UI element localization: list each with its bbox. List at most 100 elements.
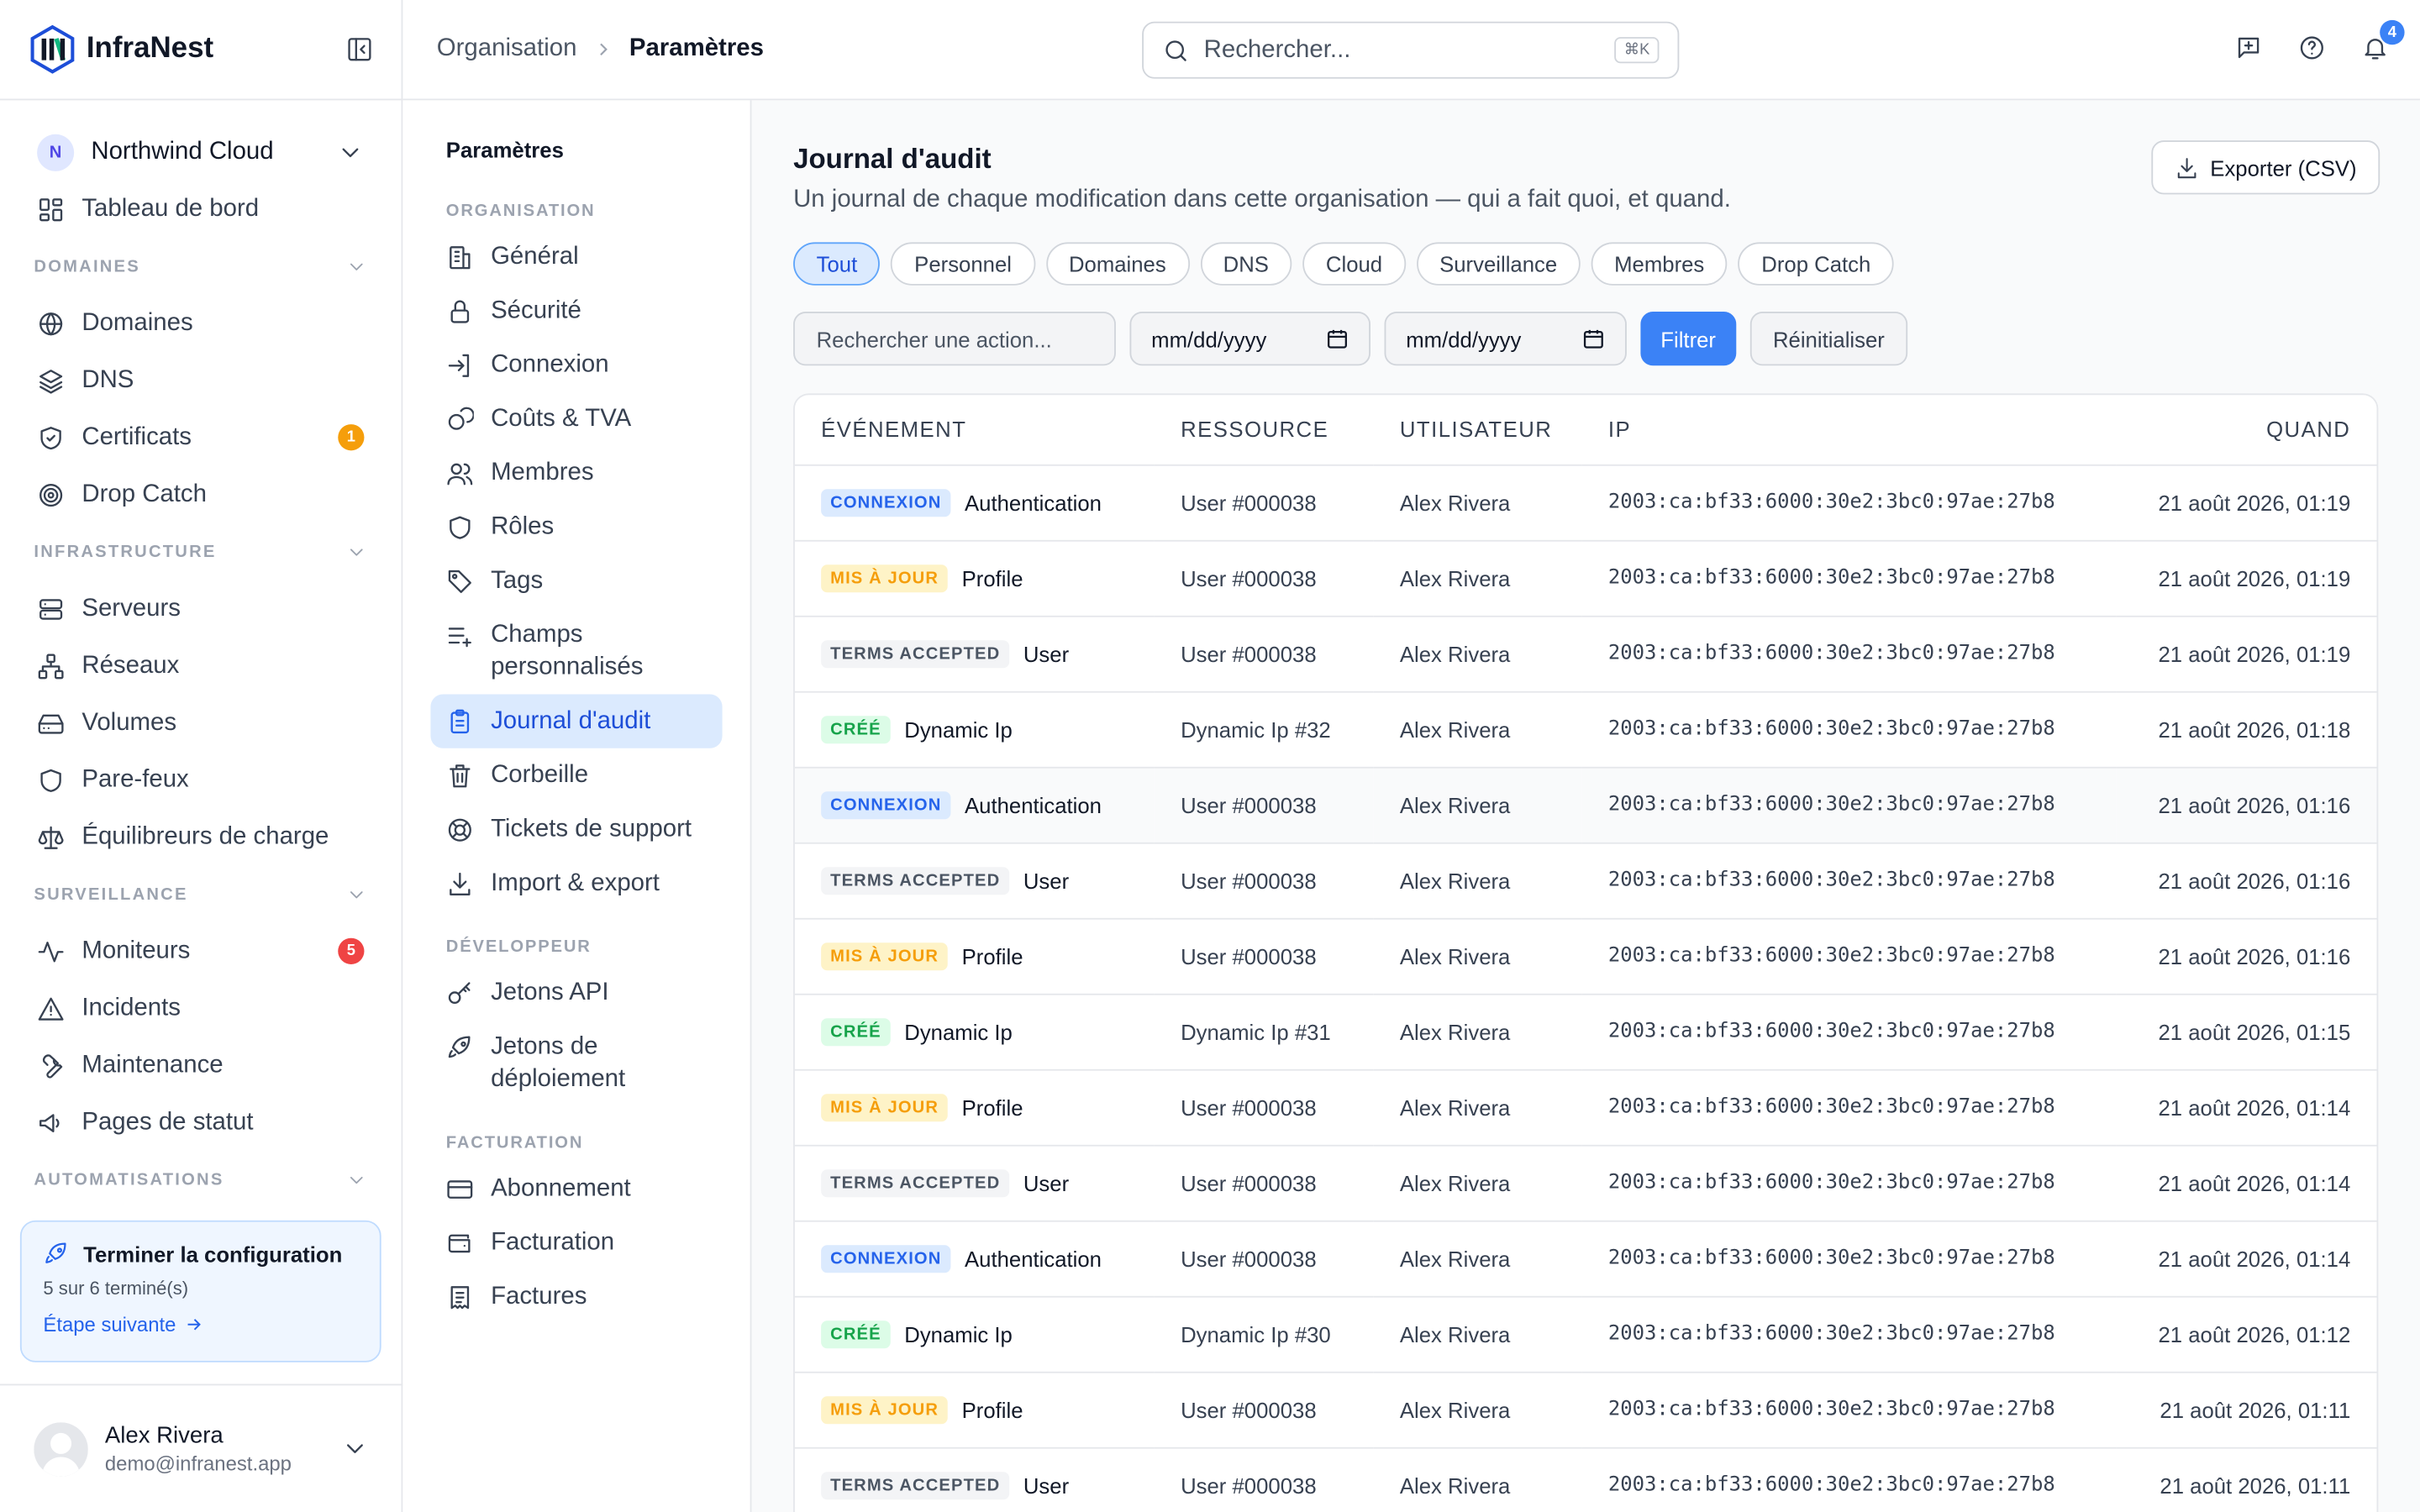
column-header[interactable]: UTILISATEUR — [1373, 395, 1582, 465]
event-cell: CONNEXION Authentication — [794, 766, 1155, 843]
section-infrastructure[interactable]: INFRASTRUCTURE — [0, 523, 402, 580]
table-row[interactable]: MIS À JOUR Profile User #000038 Alex Rivera… — [794, 539, 2377, 617]
settings-item-roles[interactable]: Rôles — [430, 500, 722, 554]
settings-item-membres[interactable]: Membres — [430, 446, 722, 500]
sidebar-item-maintenance[interactable]: Maintenance — [0, 1037, 402, 1094]
filter-chip[interactable]: Drop Catch — [1738, 242, 1894, 286]
feedback-icon[interactable] — [2235, 34, 2263, 61]
infranest-logo-icon[interactable] — [28, 24, 77, 74]
settings-item-tags[interactable]: Tags — [430, 554, 722, 607]
filter-chip[interactable]: Tout — [793, 242, 881, 286]
sidebar-item-moniteurs[interactable]: Moniteurs 5 — [0, 922, 402, 979]
action-search-input[interactable]: Rechercher une action... — [793, 312, 1116, 366]
table-row[interactable]: TERMS ACCEPTED User User #000038 Alex River… — [794, 1144, 2377, 1221]
table-row[interactable]: CONNEXION Authentication User #000038 Alex … — [794, 464, 2377, 541]
user-cell: Alex Rivera — [1373, 1446, 1582, 1512]
sidebar-item-pare-feux[interactable]: Pare-feux — [0, 751, 402, 808]
filter-chip[interactable]: Surveillance — [1416, 242, 1581, 286]
lifebuoy-icon — [446, 816, 474, 844]
calendar-icon[interactable] — [1582, 327, 1606, 350]
sidebar-item-dashboard[interactable]: Tableau de bord — [0, 197, 402, 238]
event-name: Profile — [961, 1095, 1023, 1120]
org-switcher[interactable]: N Northwind Cloud — [0, 100, 402, 205]
date-to-input[interactable]: mm/dd/yyyy — [1384, 312, 1627, 366]
filter-chip[interactable]: Membres — [1591, 242, 1728, 286]
setup-next-link[interactable]: Étape suivante — [43, 1313, 358, 1336]
event-cell: MIS À JOUR Profile — [794, 1371, 1155, 1448]
settings-item-connexion[interactable]: Connexion — [430, 338, 722, 391]
event-cell: CONNEXION Authentication — [794, 464, 1155, 541]
sidebar-item-load-balancers[interactable]: Équilibreurs de charge — [0, 808, 402, 865]
settings-item-deploy-tokens[interactable]: Jetons de déploiement — [430, 1020, 722, 1106]
table-row[interactable]: TERMS ACCEPTED User User #000038 Alex River… — [794, 842, 2377, 919]
table-row[interactable]: TERMS ACCEPTED User User #000038 Alex River… — [794, 615, 2377, 692]
settings-item-label: Journal d'audit — [491, 708, 651, 735]
search-input[interactable]: Rechercher... — [1204, 36, 1351, 64]
column-header[interactable]: RESSOURCE — [1154, 395, 1374, 465]
filter-chip[interactable]: Personnel — [891, 242, 1035, 286]
target-icon — [37, 480, 65, 508]
sidebar-item-reseaux[interactable]: Réseaux — [0, 638, 402, 695]
breadcrumb-parent[interactable]: Organisation — [437, 35, 577, 63]
table-row[interactable]: CRÉÉ Dynamic Ip Dynamic Ip #30 Alex Rivera 2… — [794, 1295, 2377, 1373]
column-header[interactable]: ÉVÉNEMENT — [794, 395, 1155, 465]
notifications-button[interactable]: 4 — [2361, 19, 2405, 61]
sidebar-item-dns[interactable]: DNS — [0, 352, 402, 409]
table-row[interactable]: CONNEXION Authentication User #000038 Alex … — [794, 766, 2377, 843]
column-header[interactable]: QUAND — [2115, 395, 2377, 465]
calendar-icon[interactable] — [1326, 327, 1349, 350]
table-row[interactable]: CONNEXION Authentication User #000038 Alex … — [794, 1220, 2377, 1297]
sidebar-item-serveurs[interactable]: Serveurs — [0, 580, 402, 638]
settings-item-couts-tva[interactable]: Coûts & TVA — [430, 392, 722, 446]
filter-chip[interactable]: DNS — [1200, 242, 1292, 286]
table-row[interactable]: MIS À JOUR Profile User #000038 Alex Rivera… — [794, 1068, 2377, 1146]
sidebar-item-volumes[interactable]: Volumes — [0, 695, 402, 752]
settings-item-general[interactable]: Général — [430, 230, 722, 284]
when-cell: 21 août 2026, 01:15 — [2115, 993, 2377, 1070]
settings-item-factures[interactable]: Factures — [430, 1270, 722, 1324]
export-csv-button[interactable]: Exporter (CSV) — [2151, 140, 2381, 195]
settings-item-label: Abonnement — [491, 1175, 631, 1202]
settings-item-audit-log[interactable]: Journal d'audit — [430, 694, 723, 748]
users-icon — [446, 459, 474, 487]
event-cell: TERMS ACCEPTED User — [794, 615, 1155, 692]
tag-icon — [446, 568, 474, 596]
user-cell: Alex Rivera — [1373, 1371, 1582, 1448]
sidebar-item-certificats[interactable]: Certificats 1 — [0, 409, 402, 466]
settings-item-facturation[interactable]: Facturation — [430, 1215, 722, 1269]
settings-item-abonnement[interactable]: Abonnement — [430, 1162, 722, 1215]
table-row[interactable]: MIS À JOUR Profile User #000038 Alex Rivera… — [794, 917, 2377, 995]
sidebar-item-status-pages[interactable]: Pages de statut — [0, 1094, 402, 1151]
sidebar-item-domaines[interactable]: Domaines — [0, 295, 402, 352]
date-from-input[interactable]: mm/dd/yyyy — [1129, 312, 1370, 366]
settings-item-securite[interactable]: Sécurité — [430, 284, 722, 338]
event-cell: MIS À JOUR Profile — [794, 1068, 1155, 1146]
column-header[interactable]: IP — [1581, 395, 2116, 465]
section-surveillance[interactable]: SURVEILLANCE — [0, 865, 402, 922]
reset-button[interactable]: Réinitialiser — [1749, 312, 1908, 366]
filter-chip[interactable]: Cloud — [1302, 242, 1406, 286]
filter-chip[interactable]: Domaines — [1045, 242, 1190, 286]
table-row[interactable]: TERMS ACCEPTED User User #000038 Alex River… — [794, 1446, 2377, 1512]
settings-item-corbeille[interactable]: Corbeille — [430, 748, 722, 802]
section-domaines[interactable]: DOMAINES — [0, 238, 402, 295]
table-row[interactable]: MIS À JOUR Profile User #000038 Alex Rivera… — [794, 1371, 2377, 1448]
event-type-badge: TERMS ACCEPTED — [821, 1471, 1010, 1499]
user-menu[interactable]: Alex Rivera demo@infranest.app — [0, 1383, 403, 1512]
section-automatisations[interactable]: AUTOMATISATIONS — [0, 1151, 402, 1197]
filter-button[interactable]: Filtrer — [1640, 312, 1736, 366]
settings-item-custom-fields[interactable]: Champs personnalisés — [430, 608, 722, 695]
sidebar-item-label: Équilibreurs de charge — [82, 822, 329, 850]
settings-item-import-export[interactable]: Import & export — [430, 856, 722, 910]
sidebar-item-incidents[interactable]: Incidents — [0, 979, 402, 1037]
global-search[interactable]: Rechercher... ⌘K — [1142, 21, 1680, 79]
sidebar-item-drop-catch[interactable]: Drop Catch — [0, 466, 402, 523]
sidebar-item-label: Pages de statut — [82, 1108, 254, 1135]
table-row[interactable]: CRÉÉ Dynamic Ip Dynamic Ip #32 Alex Rivera 2… — [794, 690, 2377, 768]
table-row[interactable]: CRÉÉ Dynamic Ip Dynamic Ip #31 Alex Rivera 2… — [794, 993, 2377, 1070]
settings-item-api-tokens[interactable]: Jetons API — [430, 966, 722, 1020]
help-icon[interactable] — [2298, 34, 2326, 61]
top-actions: 4 — [2235, 19, 2405, 61]
sidebar-collapse-icon[interactable] — [345, 35, 373, 63]
settings-item-support[interactable]: Tickets de support — [430, 802, 722, 856]
